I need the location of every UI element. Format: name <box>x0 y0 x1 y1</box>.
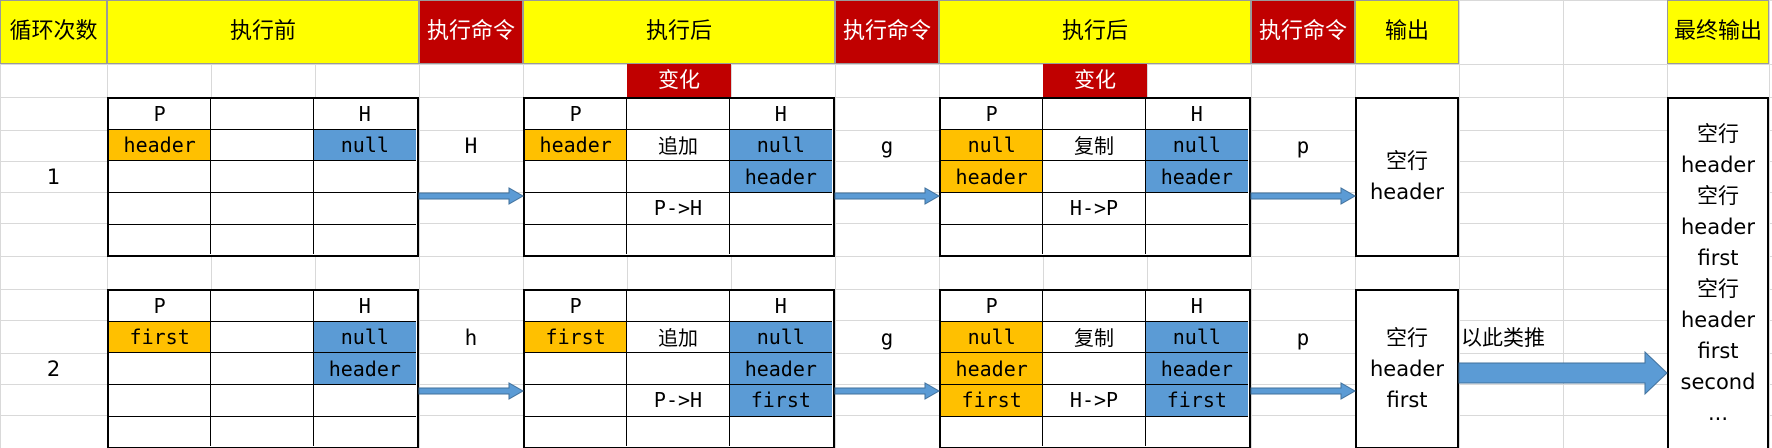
spreadsheet: 循环次数 执行前 执行命令 执行后 执行命令 执行后 执行命令 输出 最终输出 … <box>0 0 1772 448</box>
flow-arrows <box>418 187 1668 400</box>
flow-arrow <box>418 187 525 205</box>
flow-arrow <box>418 382 525 400</box>
flow-arrow <box>834 382 941 400</box>
flow-arrow <box>1250 382 1357 400</box>
flow-arrow <box>1250 187 1357 205</box>
and-so-on-arrow <box>1458 350 1668 396</box>
flow-arrow <box>834 187 941 205</box>
